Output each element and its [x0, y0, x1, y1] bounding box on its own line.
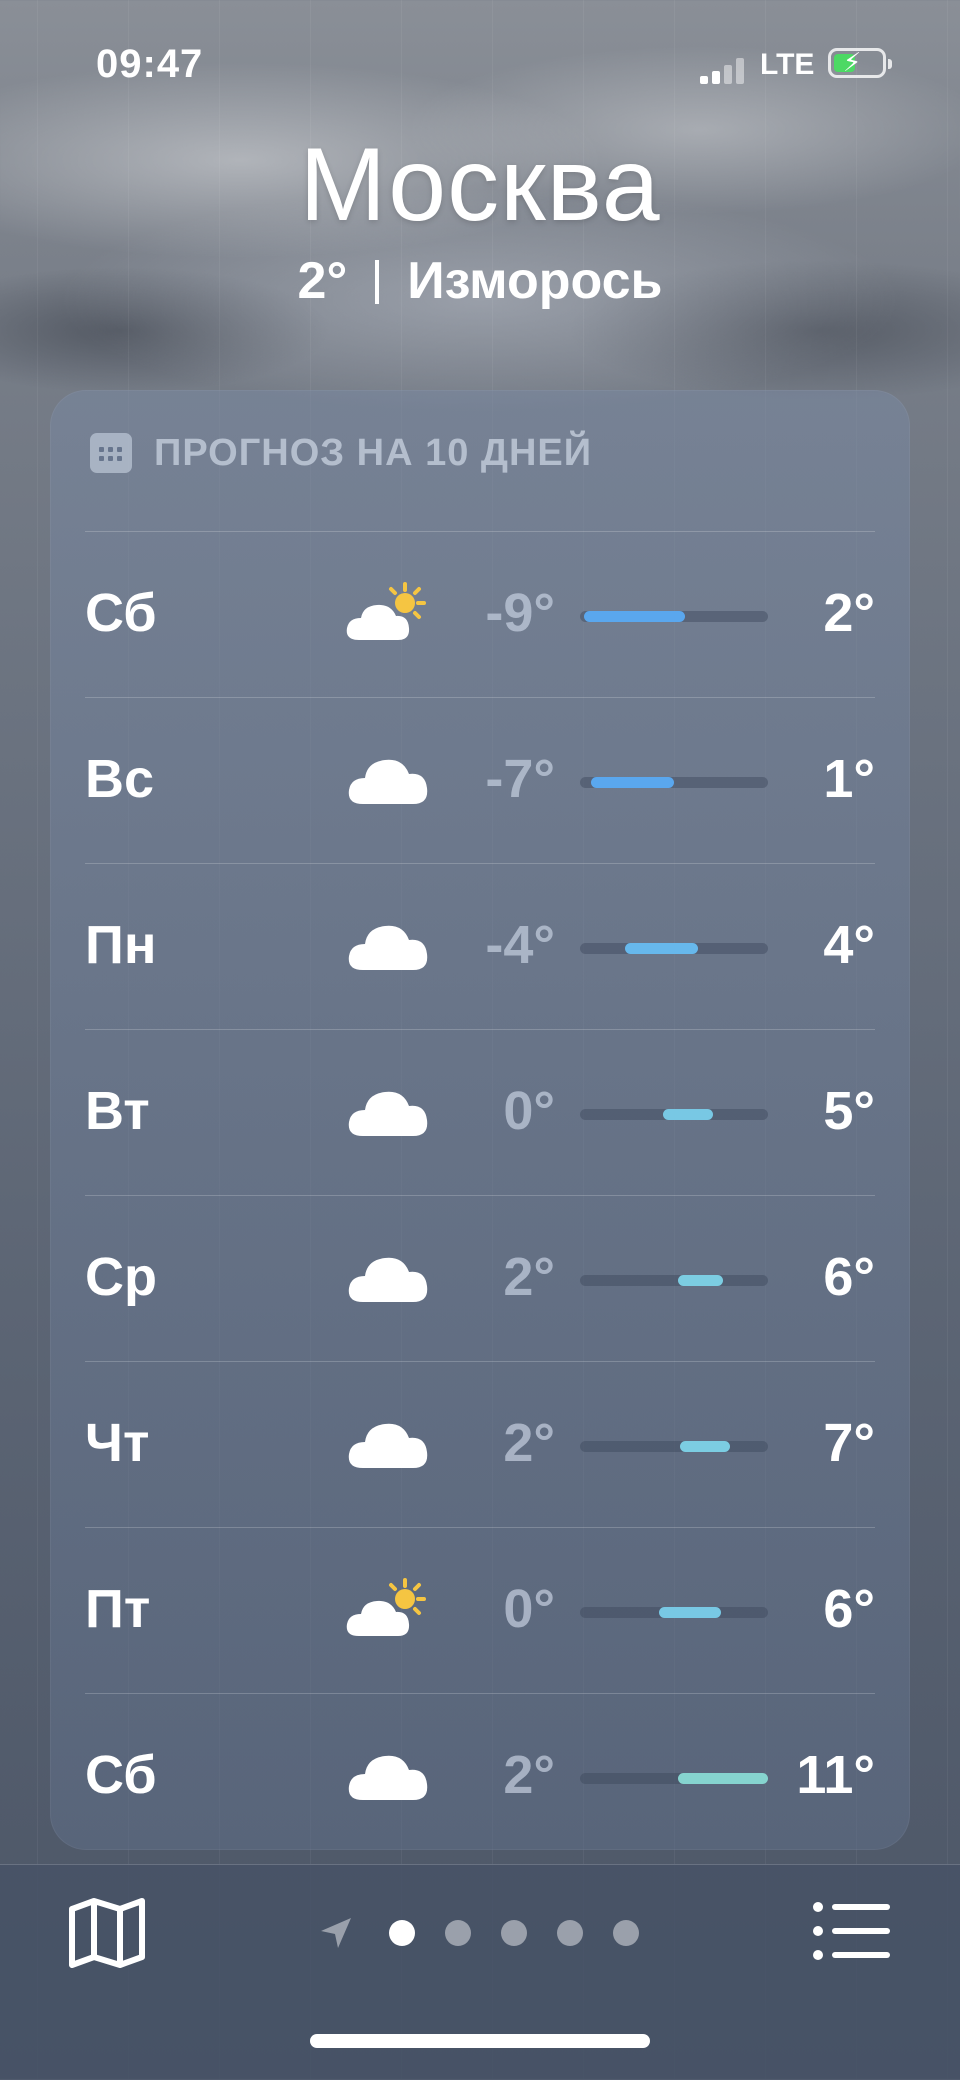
high-temperature: 1°	[823, 749, 875, 809]
cloud-icon	[345, 1242, 435, 1312]
city-name: Москва	[299, 127, 661, 243]
day-label: Сб	[85, 583, 157, 643]
low-temperature: 2°	[503, 1745, 555, 1805]
status-time: 09:47	[96, 42, 204, 86]
partly-sunny-icon	[345, 578, 435, 648]
cloud-icon	[345, 1076, 435, 1146]
forecast-title: ПРОГНОЗ НА 10 ДНЕЙ	[154, 431, 593, 474]
status-bar: 09:47 LTE ⚡	[0, 40, 960, 90]
ten-day-forecast-card[interactable]: ПРОГНОЗ НА 10 ДНЕЙ Сб -9° 2° Вс -7° 1° Пн -4° 4°…	[50, 390, 910, 1850]
forecast-row[interactable]: Вт 0° 5°	[85, 1030, 875, 1196]
temperature-range-bar	[677, 1773, 768, 1784]
day-label: Вс	[85, 749, 155, 809]
page-dot[interactable]	[613, 1920, 639, 1946]
cloud-icon	[345, 1408, 435, 1478]
temperature-range-track	[580, 1275, 768, 1286]
low-temperature: -9°	[485, 583, 555, 643]
signal-icon	[700, 58, 744, 84]
cloud-icon	[345, 744, 435, 814]
temperature-range-bar	[591, 777, 674, 788]
temperature-range-track	[580, 1773, 768, 1784]
day-label: Пт	[85, 1579, 151, 1639]
high-temperature: 6°	[823, 1247, 875, 1307]
temperature-range-track	[580, 943, 768, 954]
network-type: LTE	[760, 48, 815, 81]
temperature-range-bar	[679, 1441, 731, 1452]
temperature-range-track	[580, 1109, 768, 1120]
temperature-range-track	[580, 611, 768, 622]
page-dot[interactable]	[557, 1920, 583, 1946]
forecast-row[interactable]: Сб 2° 11°	[85, 1694, 875, 1859]
battery-icon: ⚡	[828, 47, 892, 78]
map-icon[interactable]	[68, 1897, 146, 1969]
high-temperature: 5°	[823, 1081, 875, 1141]
current-temperature: 2°	[297, 252, 348, 310]
separator	[375, 260, 380, 304]
forecast-row[interactable]: Пн -4° 4°	[85, 864, 875, 1030]
page-dot[interactable]	[501, 1920, 527, 1946]
low-temperature: -7°	[485, 749, 555, 809]
high-temperature: 7°	[823, 1413, 875, 1473]
high-temperature: 6°	[823, 1579, 875, 1639]
forecast-row[interactable]: Пт 0° 6°	[85, 1528, 875, 1694]
high-temperature: 4°	[823, 915, 875, 975]
temperature-range-bar	[662, 1109, 714, 1120]
list-icon[interactable]	[812, 1899, 892, 1963]
temperature-range-bar	[677, 1275, 723, 1286]
forecast-row[interactable]: Ср 2° 6°	[85, 1196, 875, 1362]
forecast-row[interactable]: Вс -7° 1°	[85, 698, 875, 864]
day-label: Сб	[85, 1745, 157, 1805]
page-indicator[interactable]	[318, 1915, 654, 1951]
home-indicator[interactable]	[310, 2034, 650, 2048]
location-header: Москва 2° Изморось	[0, 125, 960, 311]
low-temperature: 0°	[503, 1579, 555, 1639]
calendar-icon	[90, 433, 132, 473]
low-temperature: 2°	[503, 1413, 555, 1473]
temperature-range-bar	[583, 611, 686, 622]
day-label: Чт	[85, 1413, 150, 1473]
low-temperature: 2°	[503, 1247, 555, 1307]
forecast-row[interactable]: Сб -9° 2°	[85, 532, 875, 698]
cloud-icon	[345, 910, 435, 980]
location-arrow-icon[interactable]	[318, 1915, 354, 1951]
high-temperature: 2°	[823, 583, 875, 643]
temperature-range-bar	[625, 943, 699, 954]
day-label: Пн	[85, 915, 157, 975]
current-conditions: 2° Изморось	[0, 251, 960, 311]
partly-sunny-icon	[345, 1574, 435, 1644]
current-condition: Изморось	[407, 252, 663, 310]
low-temperature: 0°	[503, 1081, 555, 1141]
day-label: Ср	[85, 1247, 157, 1307]
cloud-icon	[345, 1740, 435, 1810]
page-dot[interactable]	[445, 1920, 471, 1946]
low-temperature: -4°	[485, 915, 555, 975]
temperature-range-track	[580, 1441, 768, 1452]
temperature-range-track	[580, 777, 768, 788]
temperature-range-bar	[658, 1607, 721, 1618]
high-temperature: 11°	[796, 1745, 875, 1805]
temperature-range-track	[580, 1607, 768, 1618]
page-dot[interactable]	[389, 1920, 415, 1946]
forecast-row[interactable]: Чт 2° 7°	[85, 1362, 875, 1528]
day-label: Вт	[85, 1081, 150, 1141]
forecast-list: Сб -9° 2° Вс -7° 1° Пн -4° 4° Вт 0° 5° Ср 2° 6° Чт 2° 7° П…	[50, 532, 910, 1859]
forecast-card-header: ПРОГНОЗ НА 10 ДНЕЙ	[90, 428, 592, 478]
